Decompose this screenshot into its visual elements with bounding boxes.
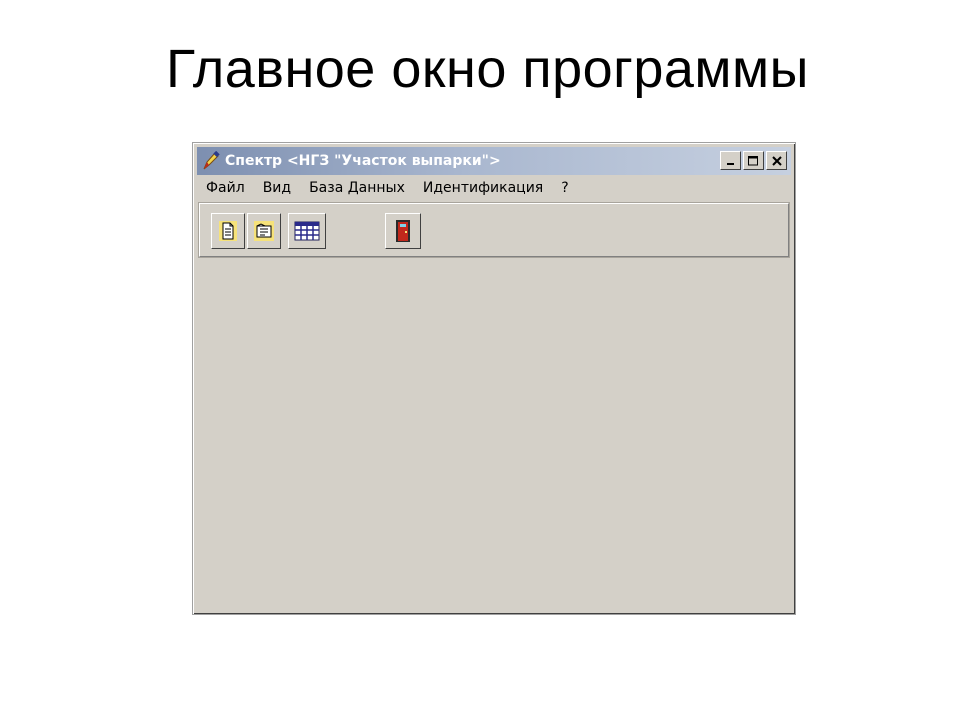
minimize-button[interactable] <box>720 151 741 170</box>
menu-help[interactable]: ? <box>552 180 577 196</box>
window-titlebar[interactable]: Спектр <НГЗ "Участок выпарки"> <box>197 147 791 175</box>
new-document-icon <box>219 221 237 241</box>
menubar: Файл Вид База Данных Идентификация ? <box>197 177 578 199</box>
maximize-button[interactable] <box>743 151 764 170</box>
menu-identification[interactable]: Идентификация <box>414 180 552 196</box>
open-document-button[interactable] <box>247 213 281 249</box>
open-document-icon <box>254 221 274 241</box>
menu-database[interactable]: База Данных <box>300 180 414 196</box>
menu-file[interactable]: Файл <box>197 180 254 196</box>
table-view-button[interactable] <box>288 213 326 249</box>
slide-title: Главное окно программы <box>166 39 809 99</box>
close-icon <box>771 155 782 166</box>
main-window: Спектр <НГЗ "Участок выпарки"> Файл Вид … <box>192 142 796 615</box>
menu-view[interactable]: Вид <box>254 180 300 196</box>
window-controls <box>720 151 787 170</box>
close-button[interactable] <box>766 151 787 170</box>
maximize-icon <box>748 155 758 165</box>
pencil-app-icon <box>200 150 222 172</box>
table-grid-icon <box>294 221 320 241</box>
minimize-icon <box>726 162 734 165</box>
exit-door-icon <box>396 220 410 242</box>
toolbar <box>199 203 789 257</box>
window-title: Спектр <НГЗ "Участок выпарки"> <box>225 153 501 169</box>
new-document-button[interactable] <box>211 213 245 249</box>
exit-button[interactable] <box>385 213 421 249</box>
